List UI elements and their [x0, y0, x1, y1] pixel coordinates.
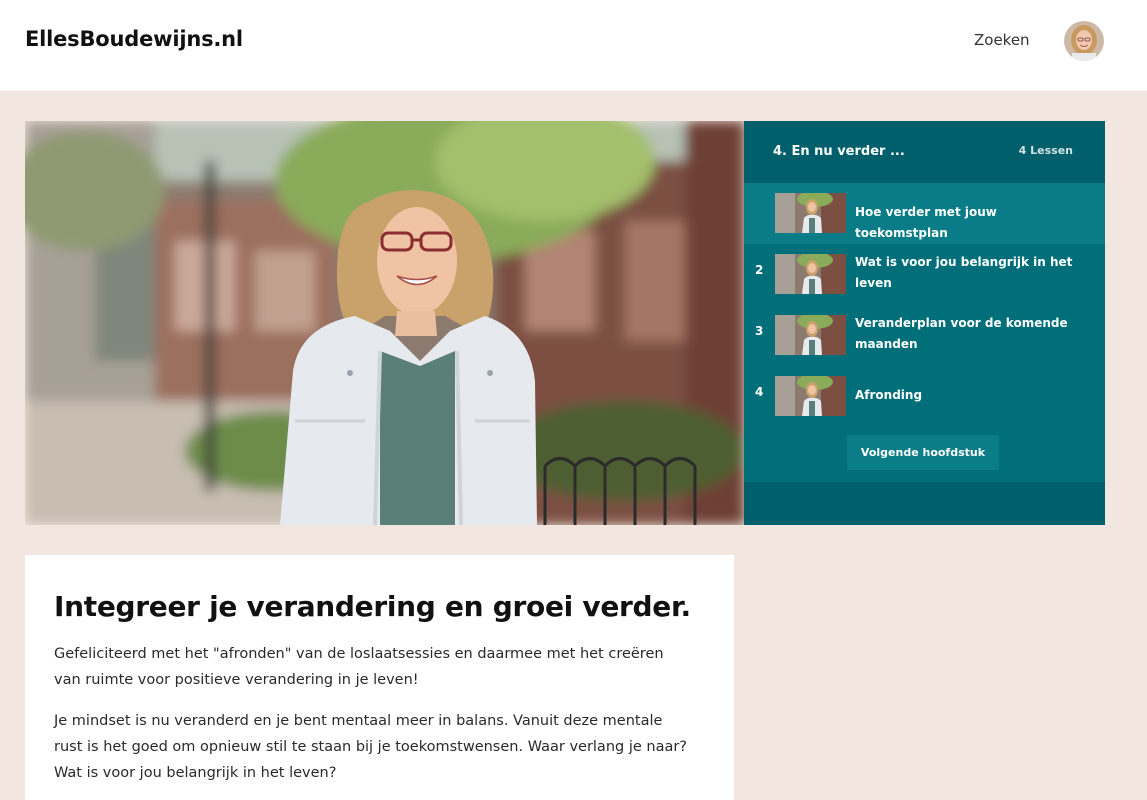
lesson-item[interactable]: Hoe verder met jouw toekomstplan: [744, 183, 1105, 244]
lesson-thumbnail: [775, 315, 846, 355]
search-link[interactable]: Zoeken: [974, 31, 1030, 49]
next-chapter-button[interactable]: Volgende hoofdstuk: [847, 435, 999, 470]
chapter-header[interactable]: 4. En nu verder ... 4 Lessen: [744, 121, 1105, 183]
lesson-count: 4 Lessen: [1018, 144, 1073, 157]
lesson-title: Wat is voor jou belangrijk in het leven: [855, 255, 1073, 290]
lesson-title: Veranderplan voor de komende maanden: [855, 316, 1068, 351]
content-paragraph: Je mindset is nu veranderd en je bent me…: [54, 713, 688, 781]
top-navbar: EllesBoudewijns.nl Zoeken: [0, 0, 1147, 91]
lesson-item[interactable]: 2 Wat is voor jou belangrijk in het leve…: [744, 244, 1105, 305]
lesson-content: Integreer je verandering en groei verder…: [25, 555, 734, 800]
site-logo[interactable]: EllesBoudewijns.nl: [25, 27, 243, 51]
chapter-title: 4. En nu verder ...: [773, 144, 905, 159]
lesson-item[interactable]: 4 Afronding: [744, 366, 1105, 427]
lesson-thumbnail: [775, 193, 846, 233]
lesson-title: Afronding: [855, 388, 923, 402]
lesson-number: 4: [755, 385, 764, 399]
content-paragraph: Gefeliciteerd met het "afronden" van de …: [54, 646, 664, 688]
lesson-thumbnail: [775, 254, 846, 294]
lesson-title: Hoe verder met jouw toekomstplan: [855, 205, 997, 240]
lesson-item[interactable]: 3 Veranderplan voor de komende maanden: [744, 305, 1105, 366]
lesson-number: 3: [755, 324, 764, 338]
lesson-thumbnail: [775, 376, 846, 416]
content-title: Integreer je verandering en groei verder…: [54, 590, 691, 623]
chapter-panel: 4. En nu verder ... 4 Lessen Hoe verder …: [744, 121, 1105, 525]
panel-footer: [744, 482, 1105, 525]
user-avatar[interactable]: [1064, 21, 1104, 61]
hero-image: [25, 121, 744, 525]
lesson-number: 2: [755, 263, 764, 277]
